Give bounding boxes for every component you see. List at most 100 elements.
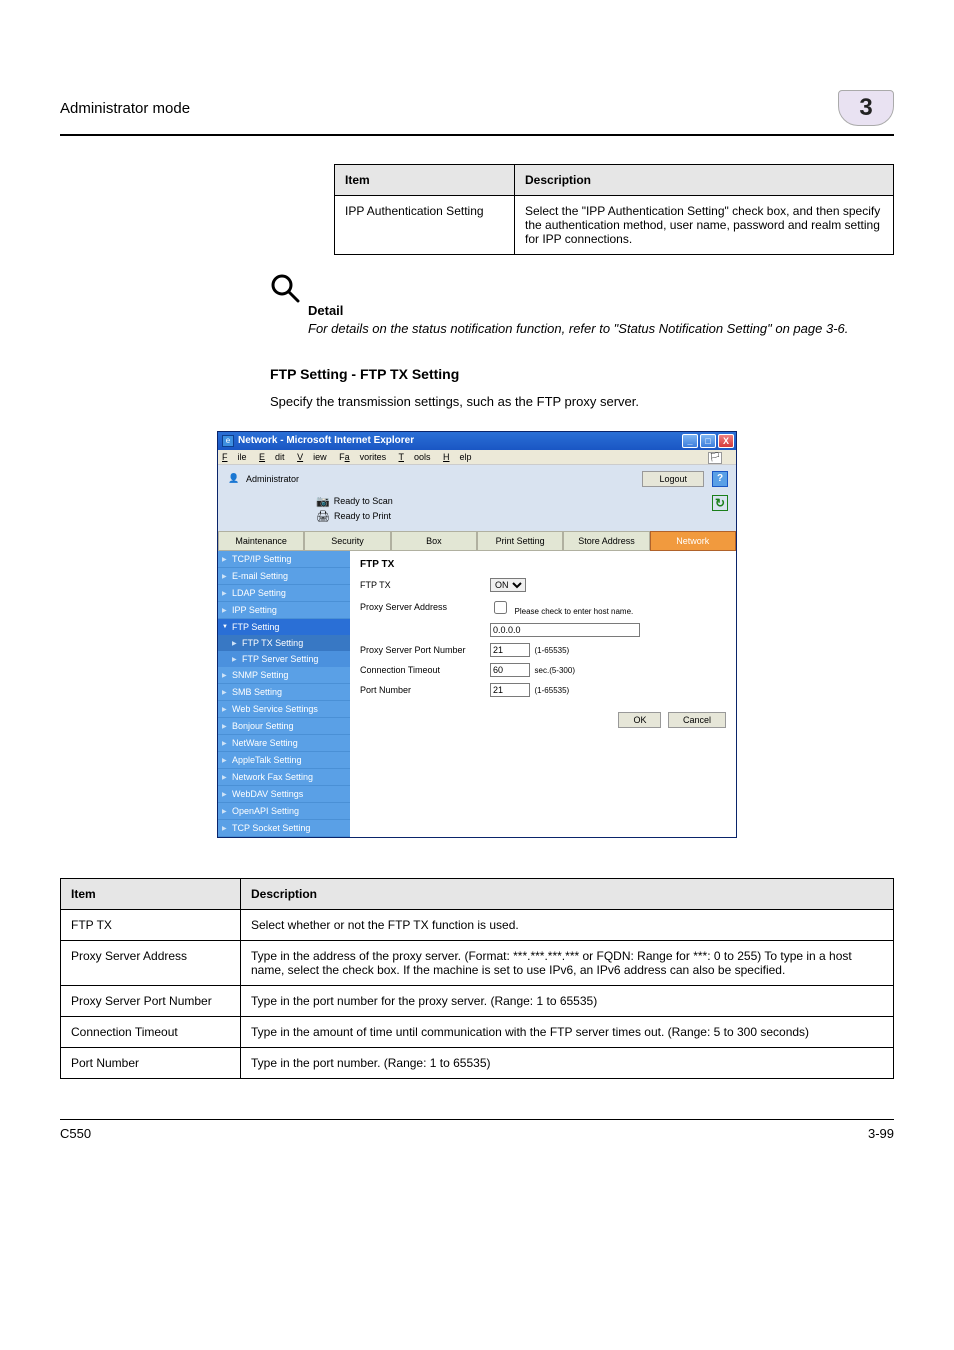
- menu-view[interactable]: View: [297, 452, 327, 462]
- sidebar-item-webservice[interactable]: Web Service Settings: [218, 701, 350, 718]
- ftp-tx-select[interactable]: ON: [490, 578, 526, 592]
- administrator-icon: 👤: [226, 473, 242, 484]
- administrator-label: Administrator: [246, 474, 638, 484]
- detail-body: For details on the status notification f…: [308, 320, 894, 338]
- menu-edit[interactable]: Edit: [259, 452, 285, 462]
- tab-network[interactable]: Network: [650, 531, 736, 551]
- sidebar-item-appletalk[interactable]: AppleTalk Setting: [218, 752, 350, 769]
- tab-security[interactable]: Security: [304, 531, 390, 551]
- proxy-address-input[interactable]: [490, 623, 640, 637]
- header-rule: [60, 134, 894, 136]
- menu-help[interactable]: Help: [443, 452, 472, 462]
- cancel-button[interactable]: Cancel: [668, 712, 726, 728]
- help-button[interactable]: ?: [712, 471, 728, 487]
- proxy-port-input[interactable]: [490, 643, 530, 657]
- tab-box[interactable]: Box: [391, 531, 477, 551]
- printer-icon: 🖨: [316, 510, 330, 523]
- table-header: Description: [241, 878, 894, 909]
- port-number-input[interactable]: [490, 683, 530, 697]
- ftp-tx-label: FTP TX: [360, 580, 490, 590]
- table-row: Proxy Server AddressType in the address …: [61, 940, 894, 985]
- section-heading: FTP Setting - FTP TX Setting: [270, 366, 894, 382]
- table-row: Connection TimeoutType in the amount of …: [61, 1016, 894, 1047]
- timeout-input[interactable]: [490, 663, 530, 677]
- sidebar-item-email[interactable]: E-mail Setting: [218, 568, 350, 585]
- table-cell: Select whether or not the FTP TX functio…: [241, 909, 894, 940]
- ie-page-icon: e: [222, 435, 234, 447]
- main-form: FTP TX FTP TX ON Proxy Server Address Pl…: [350, 551, 736, 837]
- table-cell: Proxy Server Address: [61, 940, 241, 985]
- magnifier-icon: [270, 273, 300, 303]
- timeout-label: Connection Timeout: [360, 665, 490, 675]
- page-header-left: Administrator mode: [60, 100, 190, 117]
- table-cell: Port Number: [61, 1047, 241, 1078]
- proxy-port-label: Proxy Server Port Number: [360, 645, 490, 655]
- sidebar-item-openapi[interactable]: OpenAPI Setting: [218, 803, 350, 820]
- timeout-range: sec.(5-300): [535, 666, 575, 675]
- window-close-button[interactable]: X: [718, 434, 734, 448]
- ftp-tx-description-table: Item Description FTP TXSelect whether or…: [60, 878, 894, 1079]
- sidebar-item-tcpsocket[interactable]: TCP Socket Setting: [218, 820, 350, 837]
- table-cell: FTP TX: [61, 909, 241, 940]
- ipp-auth-table: Item Description IPP Authentication Sett…: [334, 164, 894, 255]
- sidebar-item-ftp-server[interactable]: FTP Server Setting: [218, 651, 350, 667]
- table-cell: IPP Authentication Setting: [335, 196, 515, 255]
- tab-store-address[interactable]: Store Address: [563, 531, 649, 551]
- table-cell: Select the "IPP Authentication Setting" …: [515, 196, 894, 255]
- section-body: Specify the transmission settings, such …: [270, 394, 894, 409]
- sidebar-item-ipp[interactable]: IPP Setting: [218, 602, 350, 619]
- footer-page-number: 3-99: [868, 1126, 894, 1141]
- sidebar-item-webdav[interactable]: WebDAV Settings: [218, 786, 350, 803]
- detail-heading: Detail: [308, 303, 894, 318]
- chapter-number-badge: 3: [838, 90, 894, 126]
- refresh-button[interactable]: ↻: [712, 495, 728, 511]
- footer-rule: [60, 1119, 894, 1120]
- ie-flag-icon: 🏳: [708, 452, 722, 464]
- sidebar-item-bonjour[interactable]: Bonjour Setting: [218, 718, 350, 735]
- port-number-label: Port Number: [360, 685, 490, 695]
- sidebar-item-snmp[interactable]: SNMP Setting: [218, 667, 350, 684]
- status-ready-scan: Ready to Scan: [334, 496, 393, 506]
- sidebar: TCP/IP Setting E-mail Setting LDAP Setti…: [218, 551, 350, 837]
- form-title: FTP TX: [360, 559, 726, 570]
- sidebar-item-ldap[interactable]: LDAP Setting: [218, 585, 350, 602]
- sidebar-item-netware[interactable]: NetWare Setting: [218, 735, 350, 752]
- table-cell: Type in the amount of time until communi…: [241, 1016, 894, 1047]
- table-header: Item: [61, 878, 241, 909]
- footer-model: C550: [60, 1126, 91, 1141]
- table-row: Port NumberType in the port number. (Ran…: [61, 1047, 894, 1078]
- menu-file[interactable]: File: [222, 452, 247, 462]
- screenshot-window: e Network - Microsoft Internet Explorer …: [217, 431, 737, 838]
- table-header: Item: [335, 165, 515, 196]
- scanner-icon: 📷: [316, 495, 330, 508]
- tab-print-setting[interactable]: Print Setting: [477, 531, 563, 551]
- table-row: Proxy Server Port NumberType in the port…: [61, 985, 894, 1016]
- window-title: Network - Microsoft Internet Explorer: [238, 435, 680, 446]
- table-cell: Proxy Server Port Number: [61, 985, 241, 1016]
- sidebar-item-smb[interactable]: SMB Setting: [218, 684, 350, 701]
- proxy-address-label: Proxy Server Address: [360, 602, 490, 612]
- hostname-hint: Please check to enter host name.: [515, 607, 634, 616]
- table-cell: Type in the address of the proxy server.…: [241, 940, 894, 985]
- ok-button[interactable]: OK: [618, 712, 661, 728]
- table-row: FTP TXSelect whether or not the FTP TX f…: [61, 909, 894, 940]
- menu-tools[interactable]: Tools: [399, 452, 431, 462]
- table-cell: Type in the port number for the proxy se…: [241, 985, 894, 1016]
- status-ready-print: Ready to Print: [334, 511, 391, 521]
- sidebar-item-tcpip[interactable]: TCP/IP Setting: [218, 551, 350, 568]
- window-maximize-button[interactable]: □: [700, 434, 716, 448]
- proxy-port-range: (1-65535): [535, 646, 570, 655]
- table-cell: Connection Timeout: [61, 1016, 241, 1047]
- tab-maintenance[interactable]: Maintenance: [218, 531, 304, 551]
- table-row: IPP Authentication Setting Select the "I…: [335, 196, 894, 255]
- table-header: Description: [515, 165, 894, 196]
- window-minimize-button[interactable]: _: [682, 434, 698, 448]
- menu-favorites[interactable]: Favorites: [339, 452, 386, 462]
- sidebar-item-networkfax[interactable]: Network Fax Setting: [218, 769, 350, 786]
- logout-button[interactable]: Logout: [642, 471, 704, 487]
- table-cell: Type in the port number. (Range: 1 to 65…: [241, 1047, 894, 1078]
- hostname-checkbox[interactable]: [494, 601, 507, 614]
- port-number-range: (1-65535): [535, 686, 570, 695]
- sidebar-item-ftp-tx[interactable]: FTP TX Setting: [218, 635, 350, 651]
- sidebar-group-ftp[interactable]: FTP Setting: [218, 619, 350, 635]
